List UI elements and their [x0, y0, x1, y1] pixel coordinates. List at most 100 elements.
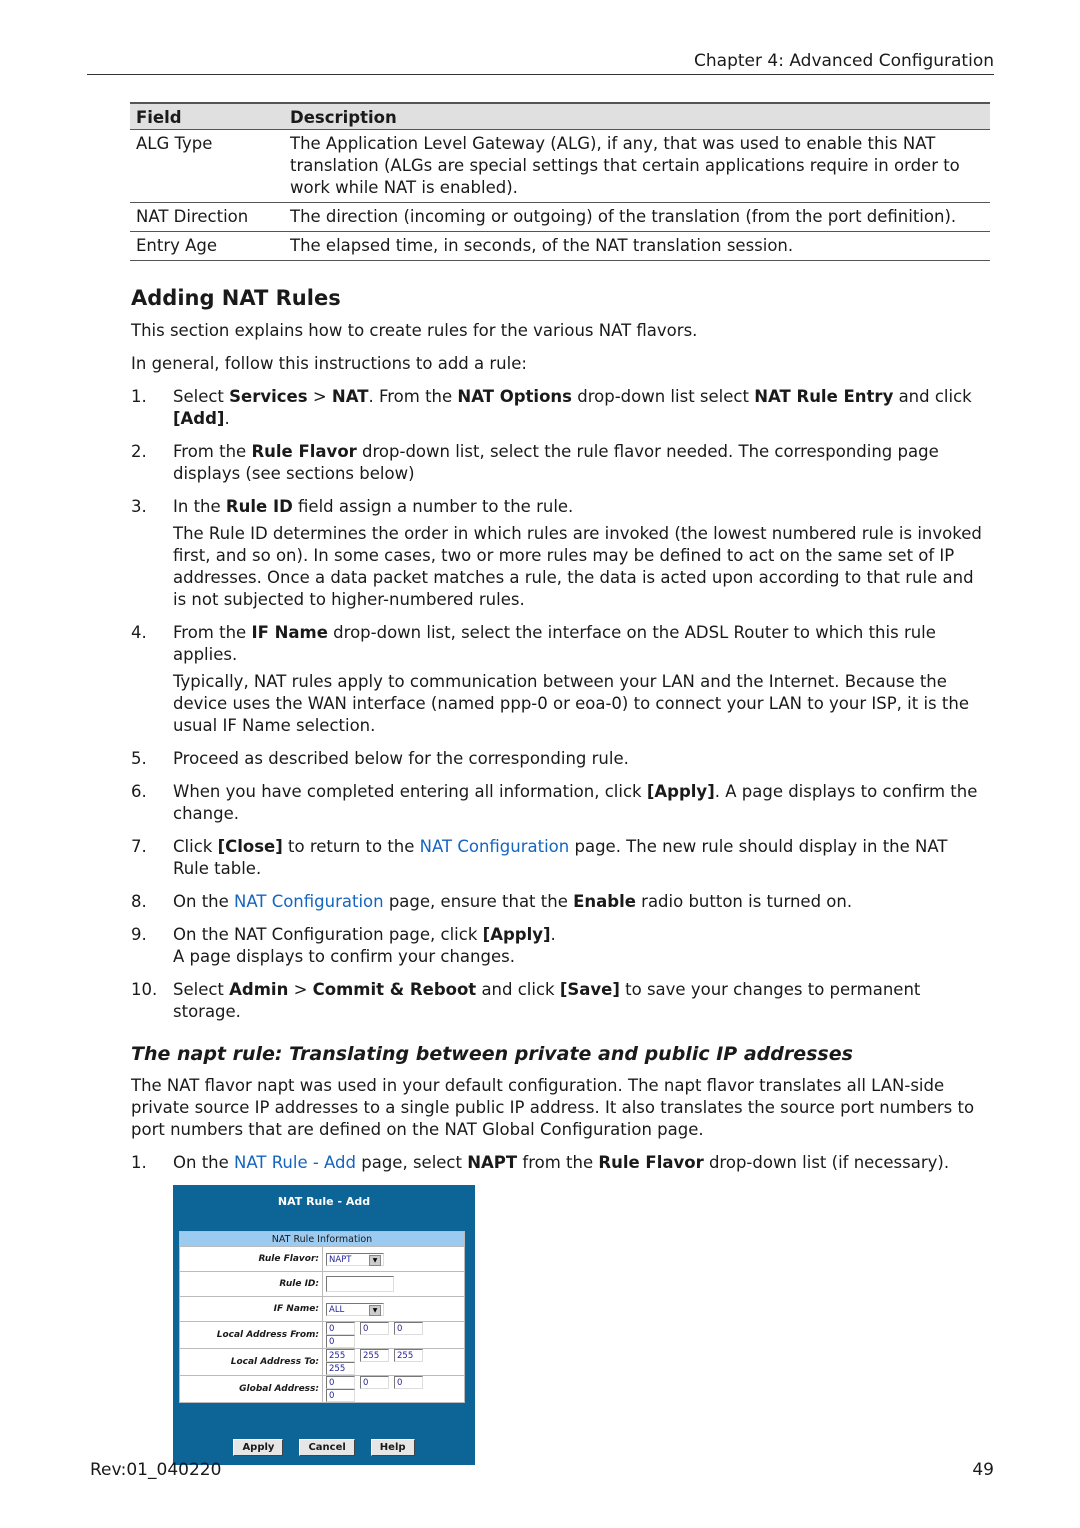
bold-term: [Close]: [217, 837, 283, 856]
steps-list: 1. Select Services > NAT. From the NAT Op…: [131, 386, 986, 1023]
dropdown-arrow-icon: ▼: [369, 1254, 381, 1266]
step-text: .: [550, 925, 556, 944]
list-item: 6. When you have completed entering all i…: [131, 781, 986, 825]
list-item: 10. Select Admin > Commit & Reboot and cl…: [131, 979, 986, 1023]
step-text: from the: [517, 1153, 599, 1172]
section-title: Adding NAT Rules: [131, 286, 341, 310]
local-to-octet[interactable]: 255: [326, 1362, 355, 1375]
global-octet[interactable]: 0: [394, 1376, 423, 1389]
step-number: 7.: [131, 837, 147, 856]
local-from-octet[interactable]: 0: [326, 1335, 355, 1348]
bold-term: NAT: [331, 387, 369, 406]
step-text: On the: [173, 892, 235, 911]
content: Adding NAT Rules This section explains h…: [131, 286, 986, 1465]
list-item: 2. From the Rule Flavor drop-down list, s…: [131, 441, 986, 485]
step-text: . From the: [368, 387, 458, 406]
page-link[interactable]: NAT Rule - Add: [234, 1153, 356, 1172]
local-to-octet[interactable]: 255: [394, 1349, 423, 1362]
nat-rule-form: NAT Rule Information Rule Flavor: NAPT ▼ R…: [179, 1231, 465, 1403]
step-number: 1.: [131, 387, 147, 406]
table-header-row: Field Description: [130, 102, 990, 130]
page-link[interactable]: NAT Configuration: [420, 837, 570, 856]
cell-description: The Application Level Gateway (ALG), if …: [284, 129, 990, 203]
chapter-header: Chapter 4: Advanced Configuration: [694, 51, 994, 71]
local-from-octet[interactable]: 0: [360, 1322, 389, 1335]
field-table: Field Description ALG Type The Application…: [130, 102, 990, 261]
napt-paragraph: The NAT flavor napt was used in your def…: [131, 1076, 975, 1139]
napt-title: The napt rule: Translating between priva…: [131, 1043, 853, 1065]
local-from-label: Local Address From:: [179, 1321, 323, 1349]
global-octet[interactable]: 0: [326, 1376, 355, 1389]
step-body: When you have completed entering all inf…: [173, 781, 986, 825]
step-text: and click: [476, 980, 560, 999]
step-detail: Typically, NAT rules apply to communicat…: [173, 672, 969, 735]
local-from-octet[interactable]: 0: [326, 1322, 355, 1335]
form-buttons: Apply Cancel Help: [173, 1435, 475, 1456]
cell-field: NAT Direction: [130, 202, 284, 232]
col-description: Description: [284, 102, 990, 130]
step-text: drop-down list (if necessary).: [703, 1153, 950, 1172]
step-number: 4.: [131, 623, 147, 642]
step-body: On the NAT Configuration page, click [Ap…: [173, 924, 556, 968]
step-number: 8.: [131, 892, 147, 911]
step-text: to return to the: [282, 837, 420, 856]
step-text: drop-down list select: [572, 387, 755, 406]
help-button[interactable]: Help: [370, 1439, 415, 1456]
intro-paragraph: In general, follow this instructions to …: [131, 354, 527, 373]
page-link[interactable]: NAT Configuration: [234, 892, 384, 911]
bold-term: Rule Flavor: [598, 1153, 704, 1172]
step-number: 6.: [131, 782, 147, 801]
step-number: 9.: [131, 925, 147, 944]
list-item: 4. From the IF Name drop-down list, selec…: [131, 622, 986, 737]
local-from-octet[interactable]: 0: [394, 1322, 423, 1335]
local-to-octet[interactable]: 255: [360, 1349, 389, 1362]
bold-term: [Save]: [559, 980, 620, 999]
step-text: radio button is turned on.: [635, 892, 853, 911]
nat-rule-add-screenshot: NAT Rule - Add NAT Rule Information Rule…: [173, 1185, 475, 1465]
step-text: On the NAT Configuration page, click: [173, 925, 483, 944]
list-item: 7. Click [Close] to return to the NAT Con…: [131, 836, 986, 880]
step-body: Click [Close] to return to the NAT Confi…: [173, 836, 986, 880]
step-body: From the Rule Flavor drop-down list, sel…: [173, 441, 986, 485]
step-text: When you have completed entering all inf…: [173, 782, 647, 801]
cancel-button[interactable]: Cancel: [299, 1439, 355, 1456]
step-text: In the: [173, 497, 226, 516]
apply-button[interactable]: Apply: [233, 1439, 284, 1456]
bold-term: NAPT: [467, 1153, 518, 1172]
napt-steps: 1. On the NAT Rule - Add page, select NAP…: [131, 1152, 986, 1174]
rule-flavor-label: Rule Flavor:: [179, 1246, 323, 1272]
step-number: 1.: [131, 1153, 147, 1172]
step-text: page, ensure that the: [383, 892, 574, 911]
bold-term: [Apply]: [646, 782, 715, 801]
bold-term: Rule Flavor: [251, 442, 357, 461]
form-section-header: NAT Rule Information: [179, 1231, 465, 1247]
list-item: 5. Proceed as described below for the cor…: [131, 748, 986, 770]
table-row: NAT Direction The direction (incoming or …: [130, 202, 990, 232]
col-field: Field: [130, 102, 284, 130]
step-detail: The Rule ID determines the order in whic…: [173, 524, 982, 609]
step-number: 10.: [131, 980, 158, 999]
step-body: On the NAT Configuration page, ensure th…: [173, 891, 852, 913]
step-text: >: [307, 387, 332, 406]
local-to-label: Local Address To:: [179, 1348, 323, 1376]
step-body: In the Rule ID field assign a number to …: [173, 496, 986, 611]
step-text: Select: [173, 387, 230, 406]
cell-field: ALG Type: [130, 129, 284, 203]
rule-flavor-select[interactable]: NAPT ▼: [326, 1252, 384, 1266]
global-octet[interactable]: 0: [360, 1376, 389, 1389]
local-to-octet[interactable]: 255: [326, 1349, 355, 1362]
intro-paragraph: This section explains how to create rule…: [131, 321, 698, 340]
bold-term: Rule ID: [225, 497, 293, 516]
step-number: 2.: [131, 442, 147, 461]
list-item: 1. On the NAT Rule - Add page, select NAP…: [131, 1152, 986, 1174]
document-page: { "header":{"chapter":"Chapter 4: Advanc…: [0, 0, 1080, 1528]
if-name-select[interactable]: ALL ▼: [326, 1302, 384, 1316]
cell-description: The elapsed time, in seconds, of the NAT…: [284, 231, 990, 261]
step-number: 5.: [131, 749, 147, 768]
global-octet[interactable]: 0: [326, 1389, 355, 1402]
bold-term: NAT Options: [457, 387, 572, 406]
rule-id-input[interactable]: [326, 1276, 394, 1292]
step-text: From the: [173, 623, 252, 642]
step-body: On the NAT Rule - Add page, select NAPT …: [173, 1152, 949, 1174]
bold-term: [Add]: [173, 409, 225, 428]
